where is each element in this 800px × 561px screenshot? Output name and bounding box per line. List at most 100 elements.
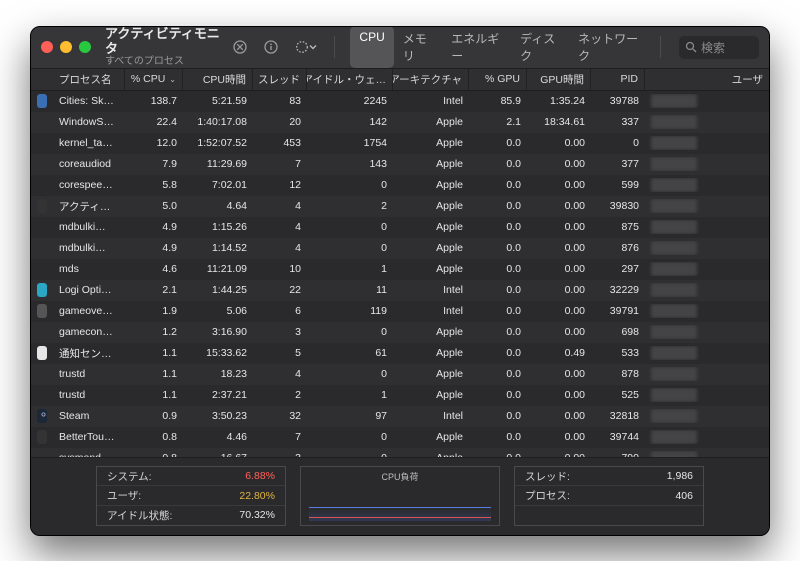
- table-row[interactable]: mds4.611:21.09101Apple0.00.00297: [31, 259, 769, 280]
- table-row[interactable]: trustd1.118.2340Apple0.00.00878: [31, 364, 769, 385]
- process-icon: [31, 409, 53, 423]
- architecture: Apple: [393, 263, 469, 275]
- process-name: WindowS…: [53, 116, 125, 128]
- gpu-percent: 0.0: [469, 284, 527, 296]
- idle-wakeups: 0: [307, 326, 393, 338]
- tab-cpu[interactable]: CPU: [350, 26, 393, 68]
- search-field[interactable]: 検索: [679, 36, 759, 59]
- architecture: Apple: [393, 200, 469, 212]
- process-name: trustd: [53, 389, 125, 401]
- user: [645, 388, 769, 402]
- user: [645, 430, 769, 444]
- gpu-percent: 0.0: [469, 389, 527, 401]
- idle-wakeups: 61: [307, 347, 393, 359]
- architecture: Apple: [393, 431, 469, 443]
- idle-wakeups: 11: [307, 284, 393, 296]
- pid: 39744: [591, 431, 645, 443]
- options-menu-button[interactable]: [291, 35, 322, 59]
- table-row[interactable]: sysmond0.816.6730Apple0.00.00790: [31, 448, 769, 457]
- threads: 2: [253, 389, 307, 401]
- cpu-percent: 4.9: [125, 242, 183, 254]
- idle-wakeups: 0: [307, 368, 393, 380]
- cpu-percent: 7.9: [125, 158, 183, 170]
- table-row[interactable]: BetterTou…0.84.4670Apple0.00.0039744: [31, 427, 769, 448]
- tabs: CPUメモリエネルギーディスクネットワーク: [350, 26, 648, 68]
- table-row[interactable]: mdbulki…4.91:15.2640Apple0.00.00875: [31, 217, 769, 238]
- process-name: mds: [53, 263, 125, 275]
- column-user[interactable]: ユーザ: [645, 69, 769, 90]
- process-icon: [31, 283, 53, 297]
- pid: 878: [591, 368, 645, 380]
- cpu-time: 5:21.59: [183, 95, 253, 107]
- cpu-time: 4.46: [183, 431, 253, 443]
- threads: 4: [253, 221, 307, 233]
- column-cpu[interactable]: % CPU⌄: [125, 69, 183, 90]
- pid: 875: [591, 221, 645, 233]
- column-gpu-time[interactable]: GPU時間: [527, 69, 591, 90]
- table-row[interactable]: trustd1.12:37.2121Apple0.00.00525: [31, 385, 769, 406]
- process-icon: [31, 199, 53, 213]
- threads: 12: [253, 179, 307, 191]
- user: [645, 367, 769, 381]
- table-row[interactable]: Steam0.93:50.233297Intel0.00.0032818: [31, 406, 769, 427]
- column-pid[interactable]: PID: [591, 69, 645, 90]
- gpu-time: 18:34.61: [527, 116, 591, 128]
- tab-disk[interactable]: ディスク: [511, 26, 569, 68]
- stat-label: ユーザ:: [107, 488, 215, 503]
- stat-row: アイドル状態:70.32%: [97, 506, 285, 525]
- process-table[interactable]: Cities: Sk…138.75:21.59832245Intel85.91:…: [31, 91, 769, 457]
- user: [645, 178, 769, 192]
- table-row[interactable]: corespee…5.87:02.01120Apple0.00.00599: [31, 175, 769, 196]
- tab-memory[interactable]: メモリ: [394, 26, 443, 68]
- column-process-name[interactable]: プロセス名: [53, 69, 125, 90]
- pid: 32818: [591, 410, 645, 422]
- process-icon: [31, 94, 53, 108]
- user: [645, 136, 769, 150]
- table-row[interactable]: Logi Opti…2.11:44.252211Intel0.00.003222…: [31, 280, 769, 301]
- table-row[interactable]: gameove…1.95.066119Intel0.00.0039791: [31, 301, 769, 322]
- idle-wakeups: 1: [307, 389, 393, 401]
- column-cpu-time[interactable]: CPU時間: [183, 69, 253, 90]
- table-row[interactable]: mdbulki…4.91:14.5240Apple0.00.00876: [31, 238, 769, 259]
- process-icon: [31, 304, 53, 318]
- column-threads[interactable]: スレッド: [253, 69, 307, 90]
- stop-process-button[interactable]: [228, 35, 251, 59]
- info-button[interactable]: [259, 35, 282, 59]
- gpu-percent: 0.0: [469, 263, 527, 275]
- table-row[interactable]: Cities: Sk…138.75:21.59832245Intel85.91:…: [31, 91, 769, 112]
- table-row[interactable]: kernel_ta…12.01:52:07.524531754Apple0.00…: [31, 133, 769, 154]
- table-row[interactable]: gamecon…1.23:16.9030Apple0.00.00698: [31, 322, 769, 343]
- cpu-load-graph: [309, 486, 491, 521]
- footer: システム:6.88%ユーザ:22.80%アイドル状態:70.32% CPU負荷 …: [31, 457, 769, 535]
- zoom-window-button[interactable]: [79, 41, 91, 53]
- table-row[interactable]: アクティ…5.04.6442Apple0.00.0039830: [31, 196, 769, 217]
- threads: 5: [253, 347, 307, 359]
- column-idle-wakeups[interactable]: アイドル・ウェ…: [307, 69, 393, 90]
- gpu-percent: 0.0: [469, 326, 527, 338]
- gpu-time: 0.00: [527, 242, 591, 254]
- cpu-percent: 1.1: [125, 368, 183, 380]
- column-icon[interactable]: [31, 69, 53, 90]
- minimize-window-button[interactable]: [60, 41, 72, 53]
- cpu-percent: 1.1: [125, 347, 183, 359]
- architecture: Apple: [393, 389, 469, 401]
- tab-energy[interactable]: エネルギー: [442, 26, 511, 68]
- gpu-percent: 0.0: [469, 158, 527, 170]
- cpu-percent: 4.9: [125, 221, 183, 233]
- column-architecture[interactable]: アーキテクチャ: [393, 69, 469, 90]
- tab-network[interactable]: ネットワーク: [569, 26, 648, 68]
- stat-label: アイドル状態:: [107, 508, 215, 523]
- cpu-percent: 4.6: [125, 263, 183, 275]
- traffic-lights: [41, 41, 91, 53]
- idle-wakeups: 2245: [307, 95, 393, 107]
- idle-wakeups: 97: [307, 410, 393, 422]
- table-row[interactable]: coreaudiod7.911:29.697143Apple0.00.00377: [31, 154, 769, 175]
- table-row[interactable]: WindowS…22.41:40:17.0820142Apple2.118:34…: [31, 112, 769, 133]
- close-window-button[interactable]: [41, 41, 53, 53]
- table-row[interactable]: 通知セン…1.115:33.62561Apple0.00.49533: [31, 343, 769, 364]
- titlebar: アクティビティモニタ すべてのプロセス CPUメモリエネルギーディスクネットワー…: [31, 27, 769, 69]
- process-name: kernel_ta…: [53, 137, 125, 149]
- activity-monitor-window: アクティビティモニタ すべてのプロセス CPUメモリエネルギーディスクネットワー…: [30, 26, 770, 536]
- idle-wakeups: 1754: [307, 137, 393, 149]
- column-gpu[interactable]: % GPU: [469, 69, 527, 90]
